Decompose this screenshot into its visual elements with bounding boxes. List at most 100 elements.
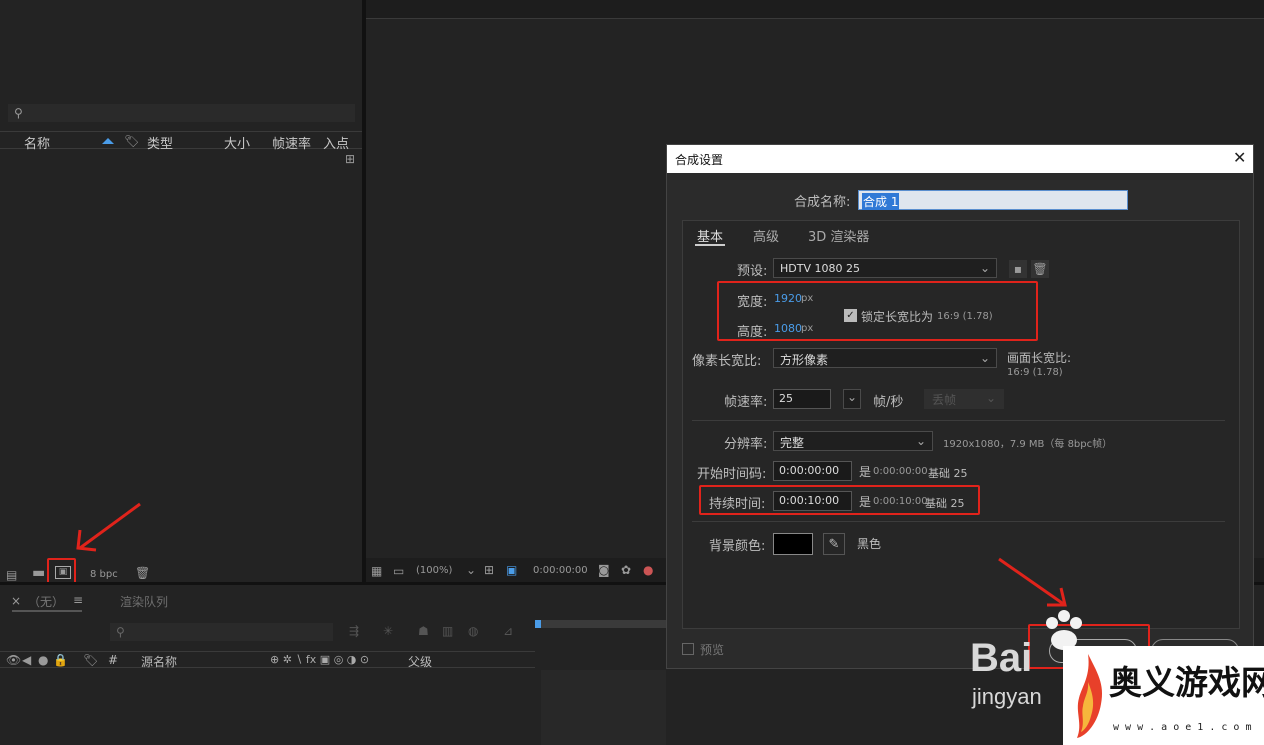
column-hash[interactable]: #: [108, 653, 118, 667]
save-preset-icon[interactable]: ▪: [1009, 260, 1027, 278]
pixel-aspect-dropdown[interactable]: 方形像素 ⌄: [773, 348, 997, 368]
drop-frame-value: 丢帧: [932, 393, 957, 407]
baidu-sub-text: jingyan: [972, 684, 1042, 709]
frame-blend-icon[interactable]: ▥: [442, 625, 453, 637]
always-preview-icon[interactable]: ▦: [371, 565, 382, 577]
start-tc-label: 开始时间码:: [697, 467, 767, 482]
divider-2: [692, 521, 1225, 522]
bg-color-label: 背景颜色:: [709, 539, 766, 554]
bpc-label[interactable]: 8 bpc: [90, 569, 118, 580]
project-search-input[interactable]: ⚲: [8, 104, 355, 122]
tab-3d-renderer[interactable]: 3D 渲染器: [808, 226, 869, 245]
layer-switches: ⊕ ✲ ∖ fx ▣ ◎ ◑ ⊙: [270, 653, 370, 666]
work-area-start[interactable]: [535, 620, 541, 628]
column-name[interactable]: 名称: [24, 133, 50, 152]
site-name: 奥义游戏网: [1109, 663, 1264, 702]
layer-column-header: 👁 ◀ ● 🔒 🏷 # 源名称 ⊕ ✲ ∖ fx ▣ ◎ ◑ ⊙ 父级: [0, 651, 535, 670]
tab-advanced[interactable]: 高级: [753, 226, 779, 245]
site-watermark: 奥义游戏网 w w w . a o e 1 . c o m: [1063, 646, 1264, 745]
start-tc-base: 基础 25: [928, 467, 968, 480]
baidu-text: Bai: [970, 636, 1033, 680]
channel-icon[interactable]: ✿: [621, 564, 631, 576]
label-tag-icon[interactable]: 🏷: [124, 135, 139, 147]
close-tab-icon[interactable]: ×: [11, 595, 21, 607]
comp-mini-flowchart-icon[interactable]: ⇶: [349, 625, 359, 637]
search-icon: ⚲: [14, 106, 23, 120]
dialog-title: 合成设置: [675, 153, 724, 167]
audio-icon[interactable]: ◀: [22, 654, 31, 666]
search-icon: ⚲: [116, 625, 125, 639]
column-parent[interactable]: 父级: [408, 653, 432, 670]
graph-editor-icon[interactable]: ⊿: [503, 625, 513, 637]
preset-dropdown[interactable]: HDTV 1080 25 ⌄: [773, 258, 997, 278]
sort-ascending-icon[interactable]: [102, 138, 114, 144]
pixel-aspect-value: 方形像素: [780, 353, 829, 367]
shy-icon[interactable]: ☗: [418, 625, 429, 637]
timeline-switches: ⇶ ✳ ☗ ▥ ◍ ⊿: [345, 625, 525, 641]
bg-color-swatch[interactable]: [773, 533, 813, 555]
project-column-header: 名称 🏷 类型 大小 帧速率 入点: [0, 131, 362, 152]
interpret-footage-icon[interactable]: ▤: [6, 569, 17, 581]
region-icon[interactable]: ▣: [506, 564, 517, 576]
tab-render-queue[interactable]: 渲染队列: [120, 593, 168, 610]
lock-icon[interactable]: 🔒: [53, 654, 68, 666]
viewer-footer: ▦ ▭ (100%) ⌄ ⊞ ▣ 0:00:00:00 ◙ ✿ ●: [366, 560, 666, 582]
column-in-point[interactable]: 入点: [323, 133, 349, 152]
tab-none[interactable]: （无）: [28, 593, 64, 610]
draft-3d-icon[interactable]: ✳: [383, 625, 393, 637]
divider-1: [692, 420, 1225, 421]
column-source-name[interactable]: 源名称: [141, 653, 177, 670]
fps-unit: 帧/秒: [873, 395, 904, 410]
frame-rate-input[interactable]: 25: [773, 389, 831, 409]
tab-underline: [12, 610, 82, 612]
annotation-box-duration: [699, 485, 980, 515]
composition-settings-dialog: 合成设置 ✕ 合成名称: 合成 1 基本 高级 3D 渲染器 预设: HDTV …: [666, 144, 1254, 669]
preview-checkbox[interactable]: [682, 643, 694, 655]
solo-icon[interactable]: ●: [38, 654, 48, 666]
close-icon[interactable]: ✕: [1233, 148, 1246, 167]
site-url: w w w . a o e 1 . c o m: [1113, 722, 1252, 733]
column-size[interactable]: 大小: [224, 133, 250, 152]
eye-icon[interactable]: 👁: [6, 654, 21, 666]
site-flame-logo: [1077, 654, 1103, 738]
column-type[interactable]: 类型: [147, 133, 173, 152]
label-icon[interactable]: 🏷: [83, 654, 98, 666]
snapshot-icon[interactable]: ◙: [598, 564, 610, 576]
annotation-arrow-left: [76, 502, 141, 552]
chevron-down-icon: ⌄: [986, 391, 997, 405]
viewer-timecode[interactable]: 0:00:00:00: [533, 565, 588, 576]
frame-rate-dropdown[interactable]: ⌄: [843, 389, 861, 409]
annotation-box-size: [717, 281, 1038, 341]
start-tc-input[interactable]: 0:00:00:00: [773, 461, 852, 481]
preview-label: 预览: [700, 643, 725, 657]
resolution-dropdown[interactable]: 完整 ⌄: [773, 431, 933, 451]
frame-rate-value: 25: [779, 392, 793, 405]
chevron-down-icon: ⌄: [915, 434, 926, 448]
monitor-icon[interactable]: ▭: [393, 565, 404, 577]
motion-blur-icon[interactable]: ◍: [468, 625, 478, 637]
timeline-search-input[interactable]: ⚲: [110, 623, 333, 641]
start-tc-note: 0:00:00:00: [873, 466, 928, 477]
timeline-ruler: [537, 620, 667, 628]
frame-aspect-value: 16:9 (1.78): [1007, 367, 1063, 378]
timeline-track-area: [541, 670, 666, 745]
tab-basic[interactable]: 基本: [697, 226, 723, 245]
flowchart-icon[interactable]: ⊞: [345, 153, 355, 165]
delete-preset-icon[interactable]: 🗑: [1031, 260, 1049, 278]
bg-color-name: 黑色: [857, 537, 882, 551]
frame-rate-label: 帧速率:: [724, 395, 768, 410]
new-folder-icon[interactable]: ▬: [32, 566, 45, 580]
column-framerate[interactable]: 帧速率: [272, 133, 311, 152]
tab-menu-icon[interactable]: ≡: [73, 594, 83, 606]
color-icon[interactable]: ●: [643, 564, 653, 576]
grid-icon[interactable]: ⊞: [484, 564, 494, 576]
comp-name-input[interactable]: 合成 1: [858, 190, 1128, 210]
resolution-value: 完整: [780, 436, 805, 450]
drop-frame-dropdown: 丢帧 ⌄: [924, 389, 1004, 409]
zoom-select[interactable]: (100%): [416, 565, 452, 576]
tab-basic-underline: [695, 244, 725, 246]
dialog-titlebar: 合成设置 ✕: [667, 145, 1253, 173]
eyedropper-icon[interactable]: ✎: [823, 533, 845, 555]
resolution-info: 1920x1080，7.9 MB（每 8bpc帧）: [943, 439, 1113, 450]
trash-icon[interactable]: 🗑: [135, 567, 150, 579]
